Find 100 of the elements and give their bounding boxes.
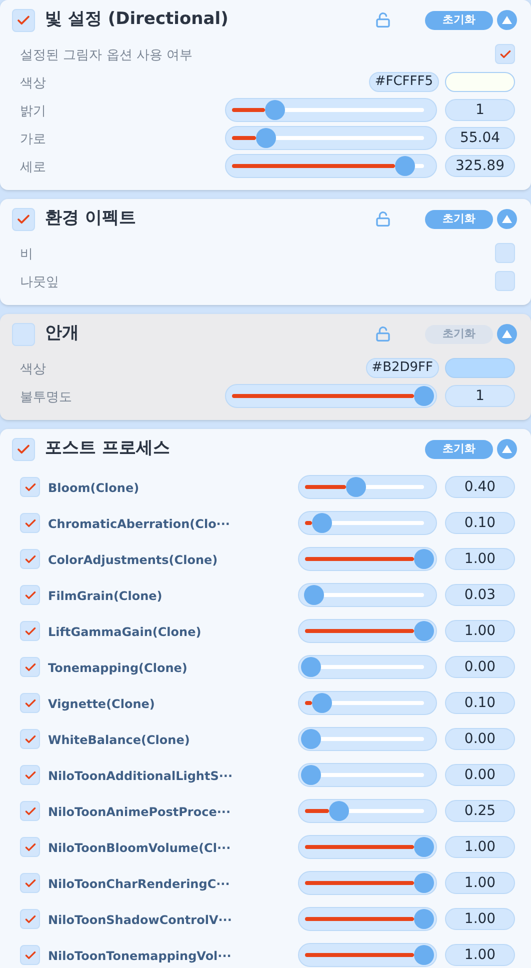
setting-label: 비	[20, 247, 33, 262]
slider-thumb[interactable]	[414, 621, 434, 641]
value-field[interactable]: 0.10	[445, 512, 515, 534]
slider-thumb[interactable]	[329, 801, 350, 821]
checkbox[interactable]	[12, 208, 35, 230]
value-field[interactable]: 1.00	[445, 620, 515, 642]
slider[interactable]	[298, 907, 437, 931]
slider[interactable]	[298, 511, 437, 535]
section-title: 안개	[45, 323, 79, 344]
value-field[interactable]: 0.10	[445, 692, 515, 714]
slider[interactable]	[298, 655, 437, 679]
checkbox[interactable]	[20, 549, 40, 569]
unlocked-lock-icon[interactable]	[375, 12, 391, 28]
checkbox[interactable]	[20, 945, 40, 965]
slider[interactable]	[298, 583, 437, 607]
check-icon	[24, 516, 36, 530]
check-icon	[24, 804, 36, 818]
slider-thumb[interactable]	[301, 729, 321, 749]
checkbox[interactable]	[495, 243, 515, 263]
checkbox[interactable]	[20, 837, 40, 857]
check-icon	[498, 48, 512, 60]
checkbox[interactable]	[12, 438, 35, 460]
slider-thumb[interactable]	[414, 873, 434, 893]
checkbox[interactable]	[20, 801, 40, 821]
checkbox[interactable]	[12, 8, 35, 32]
slider-thumb[interactable]	[414, 945, 434, 965]
unlocked-lock-icon[interactable]	[375, 211, 391, 227]
value-field[interactable]: 0.03	[445, 584, 515, 606]
checkbox[interactable]	[20, 585, 40, 605]
checkbox[interactable]	[20, 657, 40, 677]
triangle-up-icon	[502, 445, 512, 453]
checkbox[interactable]	[20, 765, 40, 785]
slider[interactable]	[298, 691, 437, 715]
slider[interactable]	[225, 126, 437, 150]
slider[interactable]	[298, 475, 437, 499]
value-field[interactable]: 1	[445, 99, 515, 121]
value-field[interactable]: 1.00	[445, 872, 515, 894]
slider[interactable]	[298, 871, 437, 895]
collapse-button[interactable]	[497, 439, 517, 459]
effect-name: NiloToonTonemappingVol···	[48, 949, 232, 963]
hex-field[interactable]: #FCFFF5	[368, 72, 439, 92]
slider[interactable]	[298, 763, 437, 787]
slider-thumb[interactable]	[414, 837, 434, 857]
slider-thumb[interactable]	[301, 657, 321, 677]
slider-thumb[interactable]	[265, 100, 286, 120]
value-field[interactable]: 0.40	[445, 476, 515, 498]
value-field[interactable]: 1.00	[445, 548, 515, 570]
checkbox[interactable]	[20, 729, 40, 749]
value-field[interactable]: 0.00	[445, 656, 515, 678]
slider[interactable]	[298, 727, 437, 751]
checkbox[interactable]	[495, 44, 515, 64]
slider[interactable]	[298, 835, 437, 859]
effect-name: FilmGrain(Clone)	[48, 589, 162, 603]
setting-label: 설정된 그림자 옵션 사용 여부	[20, 48, 193, 63]
slider[interactable]	[225, 98, 437, 122]
slider[interactable]	[298, 547, 437, 571]
slider-thumb[interactable]	[256, 128, 276, 148]
checkbox[interactable]	[20, 477, 40, 497]
triangle-up-icon	[502, 16, 512, 24]
checkbox[interactable]	[20, 693, 40, 713]
collapse-button[interactable]	[497, 10, 517, 30]
checkbox[interactable]	[495, 271, 515, 291]
check-icon	[24, 552, 36, 566]
slider-thumb[interactable]	[312, 693, 332, 713]
collapse-button[interactable]	[497, 209, 517, 229]
slider[interactable]	[225, 154, 437, 178]
slider[interactable]	[298, 799, 437, 823]
value-field[interactable]: 1.00	[445, 944, 515, 966]
effect-name: ChromaticAberration(Clo···	[48, 517, 230, 531]
check-icon	[24, 588, 36, 602]
checkbox[interactable]	[20, 621, 40, 641]
value-field[interactable]: 1.00	[445, 836, 515, 858]
value-field[interactable]: 325.89	[445, 155, 515, 177]
value-field[interactable]: 0.00	[445, 764, 515, 786]
slider-thumb[interactable]	[414, 549, 434, 569]
slider-fill	[232, 108, 266, 112]
setting-label: 세로	[20, 160, 46, 175]
value-field[interactable]: 55.04	[445, 127, 515, 149]
slider-thumb[interactable]	[312, 513, 332, 533]
slider-thumb[interactable]	[395, 156, 416, 176]
value-field[interactable]: 1.00	[445, 908, 515, 930]
checkbox[interactable]	[20, 909, 40, 929]
setting-label: 나뭇잎	[20, 275, 59, 290]
checkbox[interactable]	[20, 873, 40, 893]
effect-name: NiloToonAdditionalLightS···	[48, 769, 233, 783]
slider-thumb[interactable]	[346, 477, 366, 497]
triangle-up-icon	[502, 215, 512, 223]
effect-name: NiloToonAnimePostProce···	[48, 805, 231, 819]
checkbox[interactable]	[20, 513, 40, 533]
triangle-up-icon	[502, 330, 512, 338]
effect-name: Vignette(Clone)	[48, 697, 155, 711]
slider[interactable]	[298, 943, 437, 967]
value-field[interactable]: 0.00	[445, 728, 515, 750]
slider[interactable]	[298, 619, 437, 643]
slider-thumb[interactable]	[301, 765, 321, 785]
slider-thumb[interactable]	[304, 585, 324, 605]
slider-thumb[interactable]	[414, 909, 434, 929]
value-field[interactable]: 0.25	[445, 800, 515, 822]
setting-label: 색상	[20, 76, 46, 91]
color-swatch[interactable]	[445, 72, 515, 92]
